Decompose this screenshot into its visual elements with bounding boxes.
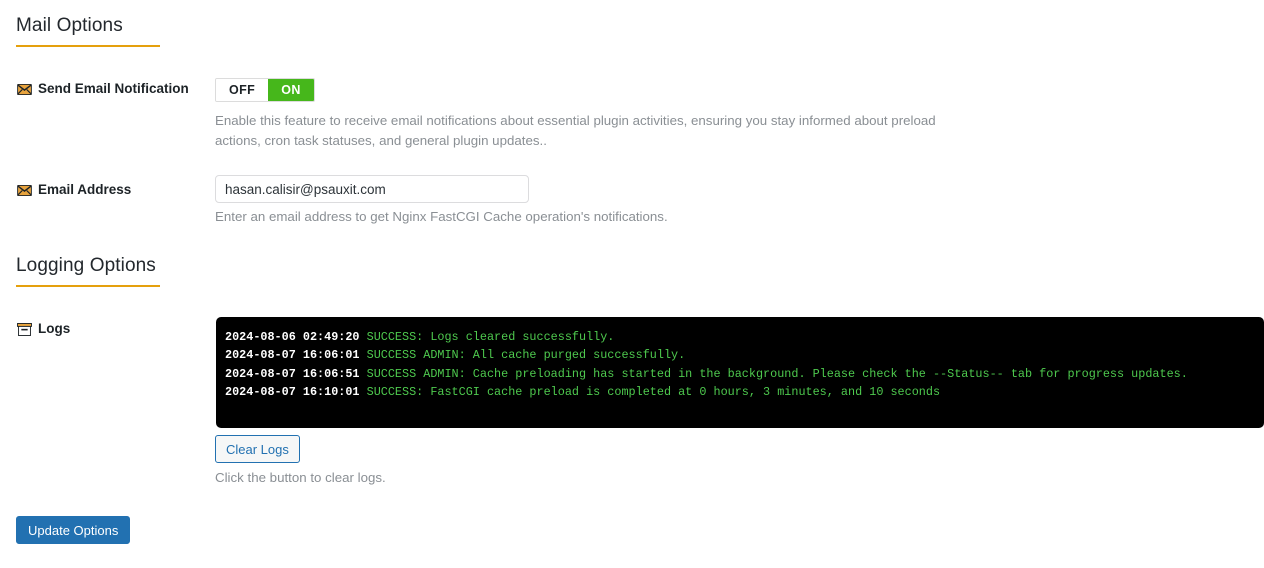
- log-entry: 2024-08-07 16:06:51 SUCCESS ADMIN: Cache…: [225, 365, 1264, 383]
- log-entry-timestamp: 2024-08-07 16:06:01: [225, 348, 360, 363]
- email-address-label: Email Address: [16, 183, 131, 197]
- logging-options-heading-rule: [16, 285, 160, 287]
- mail-options-heading-rule: [16, 45, 160, 47]
- toggle-option-off[interactable]: OFF: [216, 79, 269, 101]
- logs-label: Logs: [16, 322, 70, 336]
- mail-options-heading: Mail Options: [16, 15, 123, 36]
- logging-options-heading: Logging Options: [16, 255, 156, 276]
- archive-box-icon: [16, 322, 32, 336]
- mail-logging-options-page: Mail Options Send Email Notification OFF…: [0, 0, 1264, 568]
- send-email-notification-label-text: Send Email Notification: [38, 81, 189, 97]
- envelope-icon: [16, 183, 32, 197]
- clear-logs-button[interactable]: Clear Logs: [215, 435, 300, 463]
- log-entry-timestamp: 2024-08-07 16:06:51: [225, 366, 360, 381]
- email-address-description: Enter an email address to get Nginx Fast…: [215, 209, 668, 224]
- envelope-icon: [16, 82, 32, 96]
- email-address-input[interactable]: [215, 175, 529, 203]
- log-entry: 2024-08-07 16:06:01 SUCCESS ADMIN: All c…: [225, 346, 1264, 364]
- log-entry: 2024-08-07 16:10:01 SUCCESS: FastCGI cac…: [225, 383, 1264, 401]
- send-email-notification-description: Enable this feature to receive email not…: [215, 113, 936, 148]
- log-entry: 2024-08-06 02:49:20 SUCCESS: Logs cleare…: [225, 328, 1264, 346]
- update-options-button[interactable]: Update Options: [16, 516, 131, 544]
- send-email-notification-label: Send Email Notification: [16, 82, 189, 96]
- toggle-option-on[interactable]: ON: [268, 79, 314, 101]
- email-address-label-text: Email Address: [38, 182, 132, 198]
- log-entry-message: SUCCESS ADMIN: All cache purged successf…: [366, 348, 686, 363]
- send-email-notification-toggle[interactable]: OFF ON: [215, 78, 315, 102]
- logs-label-text: Logs: [38, 321, 71, 337]
- clear-logs-description: Click the button to clear logs.: [215, 470, 386, 485]
- log-entry-timestamp: 2024-08-07 16:10:01: [225, 385, 360, 400]
- log-entry-timestamp: 2024-08-06 02:49:20: [225, 330, 360, 344]
- log-entry-message: SUCCESS: FastCGI cache preload is comple…: [366, 385, 941, 400]
- logs-console[interactable]: 2024-08-06 02:49:20 SUCCESS: Logs cleare…: [216, 317, 1264, 428]
- log-entry-message: SUCCESS: Logs cleared successfully.: [366, 330, 615, 344]
- log-entry-message: SUCCESS ADMIN: Cache preloading has star…: [366, 366, 1188, 381]
